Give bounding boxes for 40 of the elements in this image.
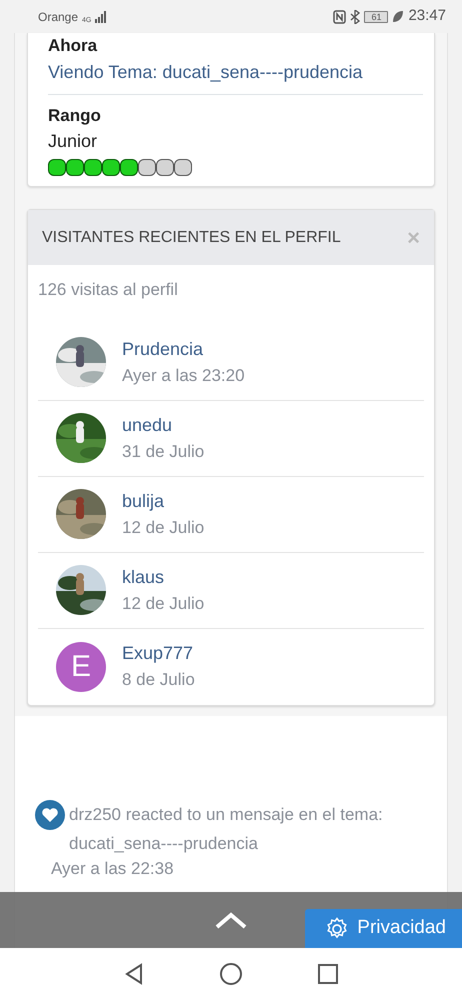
rank-pip <box>174 159 192 176</box>
battery-indicator: 61 <box>364 10 388 22</box>
leaf-icon <box>392 10 404 23</box>
rank-value: Junior <box>48 130 98 153</box>
activity-time: Ayer a las 22:38 <box>51 858 175 880</box>
visitor-name[interactable]: bulija <box>122 488 204 515</box>
rank-pip <box>48 159 66 176</box>
settings-icon <box>325 916 350 940</box>
panel-title: VISITANTES RECIENTES EN EL PERFIL <box>42 228 341 248</box>
visitor-name[interactable]: Prudencia <box>122 336 245 363</box>
clock-time: 23:47 <box>408 6 446 26</box>
visitor-name[interactable]: klaus <box>122 564 204 591</box>
visit-time: 12 de Julio <box>122 516 204 539</box>
rank-pip <box>102 159 120 176</box>
back-icon[interactable] <box>124 963 144 985</box>
signal-icon <box>95 10 106 22</box>
avatar-letter: E <box>56 642 106 692</box>
scroll-up-icon[interactable] <box>214 910 248 930</box>
carrier-name: Orange <box>38 8 78 26</box>
activity-message: drz250 reacted to un mensaje en el tema: ducati_sena----prudencia <box>69 804 384 854</box>
visit-time: Ayer a las 23:20 <box>122 364 245 387</box>
bluetooth-icon <box>350 10 360 24</box>
topic-link[interactable]: Viendo Tema: ducati_sena----prudencia <box>48 58 423 86</box>
visit-time: 12 de Julio <box>122 592 204 615</box>
rank-pip <box>66 159 84 176</box>
privacy-button[interactable]: Privacidad <box>305 909 462 948</box>
visit-count: 126 visitas al perfil <box>37 279 179 301</box>
home-icon[interactable] <box>220 963 242 985</box>
nfc-icon <box>333 10 346 24</box>
visit-time: 8 de Julio <box>122 669 195 692</box>
rank-pip <box>120 159 138 176</box>
recent-apps-icon[interactable] <box>318 964 338 984</box>
visitor-name[interactable]: unedu <box>122 412 204 439</box>
visit-time: 31 de Julio <box>122 440 204 463</box>
visitor-name[interactable]: Exup777 <box>122 640 195 668</box>
section-label: Ahora <box>48 35 98 57</box>
rank-pip <box>84 159 102 176</box>
rank-pip <box>156 159 174 176</box>
rank-pip <box>138 159 156 176</box>
section-label: Rango <box>48 104 102 127</box>
